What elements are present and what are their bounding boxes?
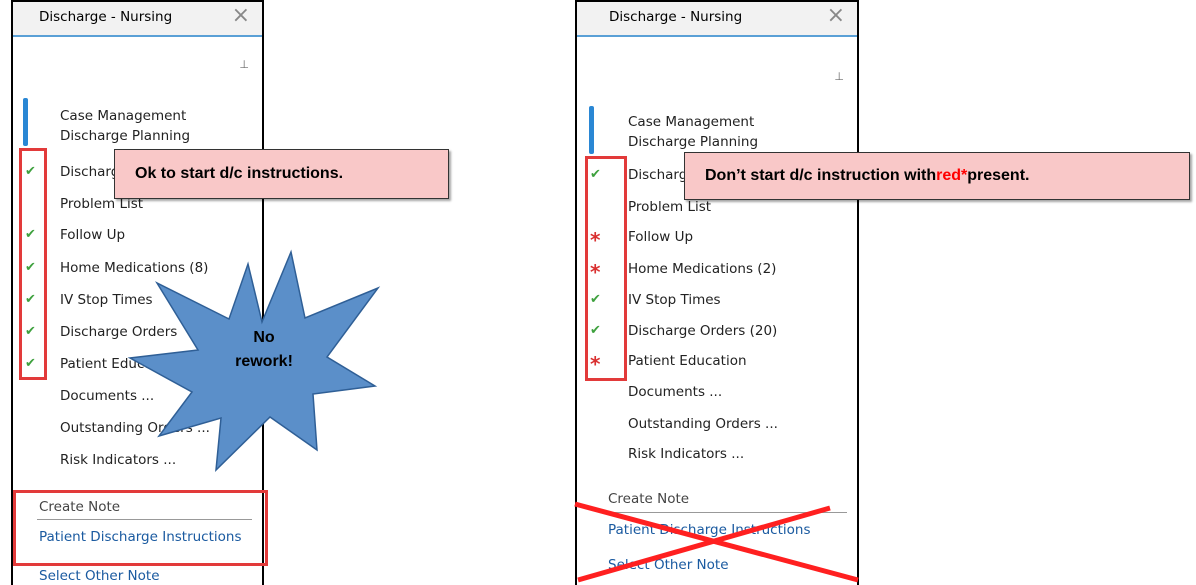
cross-out-x-icon xyxy=(574,501,859,583)
